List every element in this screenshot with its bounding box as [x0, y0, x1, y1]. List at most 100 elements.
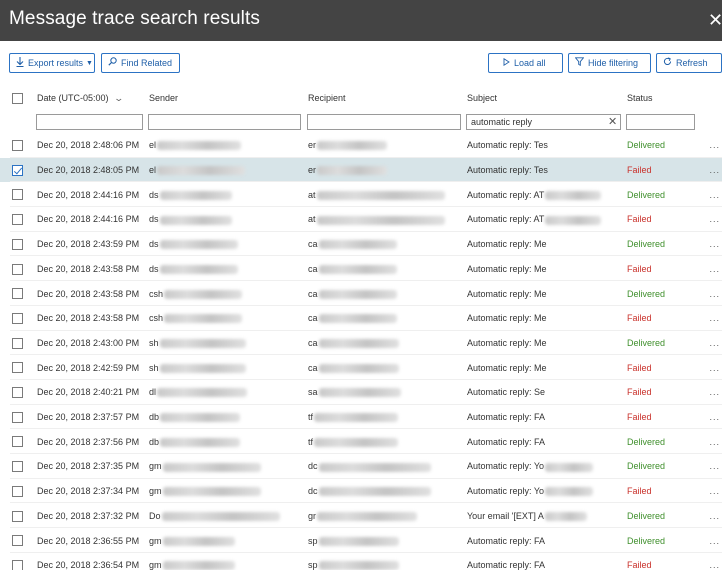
- table-row[interactable]: Dec 20, 2018 2:37:32 PM Do gr Your email '[…: [0, 504, 722, 529]
- row-status: Delivered: [627, 239, 666, 250]
- row-checkbox[interactable]: [12, 140, 23, 151]
- row-sender: el: [149, 164, 157, 175]
- row-checkbox[interactable]: [12, 485, 23, 497]
- find-related-button[interactable]: Find Related: [101, 53, 180, 73]
- redacted-block: [157, 141, 242, 151]
- column-header-sender[interactable]: Sender: [149, 93, 178, 103]
- row-checkbox[interactable]: [12, 362, 23, 374]
- more-options-icon[interactable]: ...: [709, 289, 720, 299]
- table-row[interactable]: Dec 20, 2018 2:37:34 PM gm dc Automatic rep…: [0, 479, 722, 504]
- redacted-block: [545, 190, 602, 200]
- more-options-icon[interactable]: ...: [709, 165, 720, 175]
- more-options-icon[interactable]: ...: [709, 511, 720, 521]
- play-icon: [503, 57, 510, 69]
- subject-filter-input[interactable]: [466, 114, 621, 130]
- more-options-icon[interactable]: ...: [709, 486, 720, 496]
- row-checkbox[interactable]: [12, 411, 23, 423]
- row-date: Dec 20, 2018 2:42:59 PM: [37, 362, 140, 373]
- row-sender: db: [149, 436, 160, 447]
- row-checkbox[interactable]: [12, 461, 23, 473]
- sender-filter-input[interactable]: [148, 114, 301, 130]
- row-checkbox[interactable]: [12, 559, 23, 570]
- more-options-icon[interactable]: ...: [709, 536, 720, 546]
- column-header-subject[interactable]: Subject: [467, 93, 497, 103]
- row-status: Failed: [627, 214, 652, 225]
- row-status: Failed: [627, 387, 652, 398]
- table-row[interactable]: Dec 20, 2018 2:37:56 PM db tf Automatic rep…: [0, 429, 722, 455]
- table-row[interactable]: Dec 20, 2018 2:36:54 PM gm sp Automatic rep…: [0, 553, 722, 570]
- row-checkbox[interactable]: [12, 189, 23, 201]
- status-filter-input[interactable]: [626, 114, 695, 130]
- table-row[interactable]: Dec 20, 2018 2:48:05 PM el er Automatic rep…: [0, 157, 722, 183]
- load-all-button[interactable]: Load all: [488, 53, 563, 73]
- table-row[interactable]: Dec 20, 2018 2:42:59 PM sh ca Automatic rep…: [0, 355, 722, 380]
- more-options-icon[interactable]: ...: [709, 412, 720, 422]
- table-row[interactable]: Dec 20, 2018 2:43:58 PM csh ca Automatic re…: [0, 306, 722, 331]
- export-results-button[interactable]: Export results ▼: [9, 53, 95, 73]
- more-options-icon[interactable]: ...: [709, 461, 720, 471]
- more-options-icon[interactable]: ...: [709, 560, 720, 570]
- row-status: Delivered: [627, 535, 666, 546]
- row-subject: Automatic reply: Me: [467, 362, 547, 373]
- more-options-icon[interactable]: ...: [709, 437, 720, 447]
- export-results-label: Export results: [28, 58, 84, 68]
- row-recipient: ca: [308, 263, 318, 274]
- row-checkbox[interactable]: [12, 164, 23, 176]
- row-subject: Automatic reply: Yo: [467, 461, 545, 472]
- row-checkbox[interactable]: [12, 238, 23, 250]
- more-options-icon[interactable]: ...: [709, 140, 720, 150]
- close-icon[interactable]: ✕: [708, 10, 722, 30]
- column-header-recipient[interactable]: Recipient: [308, 93, 346, 103]
- row-checkbox[interactable]: [12, 214, 23, 226]
- table-row[interactable]: Dec 20, 2018 2:44:16 PM ds at Automatic rep…: [0, 182, 722, 208]
- column-header-status[interactable]: Status: [627, 93, 653, 103]
- recipient-filter-input[interactable]: [307, 114, 461, 130]
- more-options-icon[interactable]: ...: [709, 338, 720, 348]
- more-options-icon[interactable]: ...: [709, 239, 720, 249]
- table-row[interactable]: Dec 20, 2018 2:40:21 PM dl sa Automatic rep…: [0, 380, 722, 405]
- more-options-icon[interactable]: ...: [709, 264, 720, 274]
- table-row[interactable]: Dec 20, 2018 2:43:58 PM csh ca Automatic re…: [0, 281, 722, 306]
- clear-icon[interactable]: ✕: [608, 114, 617, 130]
- table-row[interactable]: Dec 20, 2018 2:48:06 PM el er Automatic rep…: [0, 133, 722, 158]
- redacted-block: [159, 215, 232, 225]
- row-recipient: sa: [308, 387, 318, 398]
- redacted-block: [159, 240, 238, 250]
- refresh-button[interactable]: Refresh: [656, 53, 722, 73]
- row-checkbox[interactable]: [12, 312, 23, 324]
- date-filter-input[interactable]: [36, 114, 143, 130]
- table-row[interactable]: Dec 20, 2018 2:37:35 PM gm dc Automatic rep…: [0, 454, 722, 479]
- row-sender: ds: [149, 189, 159, 200]
- redacted-block: [317, 166, 388, 176]
- more-options-icon[interactable]: ...: [709, 363, 720, 373]
- row-subject: Automatic reply: AT: [467, 189, 545, 200]
- more-options-icon[interactable]: ...: [709, 313, 720, 323]
- row-checkbox[interactable]: [12, 436, 23, 448]
- redacted-block: [159, 264, 238, 274]
- table-row[interactable]: Dec 20, 2018 2:43:00 PM sh ca Automatic rep…: [0, 331, 722, 356]
- table-row[interactable]: Dec 20, 2018 2:37:57 PM db tf Automatic rep…: [0, 405, 722, 430]
- redacted-block: [318, 314, 397, 324]
- select-all-checkbox[interactable]: [12, 93, 23, 104]
- row-status: Delivered: [627, 510, 666, 521]
- more-options-icon[interactable]: ...: [709, 190, 720, 200]
- row-checkbox[interactable]: [12, 510, 23, 522]
- row-checkbox[interactable]: [12, 535, 23, 547]
- row-checkbox[interactable]: [12, 263, 23, 275]
- more-options-icon[interactable]: ...: [709, 387, 720, 397]
- redacted-block: [164, 314, 243, 324]
- row-checkbox[interactable]: [12, 288, 23, 300]
- hide-filtering-button[interactable]: Hide filtering: [568, 53, 651, 73]
- row-sender: sh: [149, 362, 159, 373]
- redacted-block: [318, 462, 431, 472]
- row-checkbox[interactable]: [12, 337, 23, 349]
- table-row[interactable]: Dec 20, 2018 2:43:58 PM ds ca Automatic rep…: [0, 257, 722, 282]
- row-checkbox[interactable]: [12, 387, 23, 398]
- row-status: Failed: [627, 362, 652, 373]
- table-row[interactable]: Dec 20, 2018 2:44:16 PM ds at Automatic rep…: [0, 207, 722, 232]
- redacted-block: [157, 388, 248, 398]
- more-options-icon[interactable]: ...: [709, 214, 720, 224]
- table-row[interactable]: Dec 20, 2018 2:36:55 PM gm sp Automatic rep…: [0, 528, 722, 553]
- column-header-date[interactable]: Date (UTC-05:00) ⌄: [37, 93, 124, 104]
- table-row[interactable]: Dec 20, 2018 2:43:59 PM ds ca Automatic rep…: [0, 232, 722, 257]
